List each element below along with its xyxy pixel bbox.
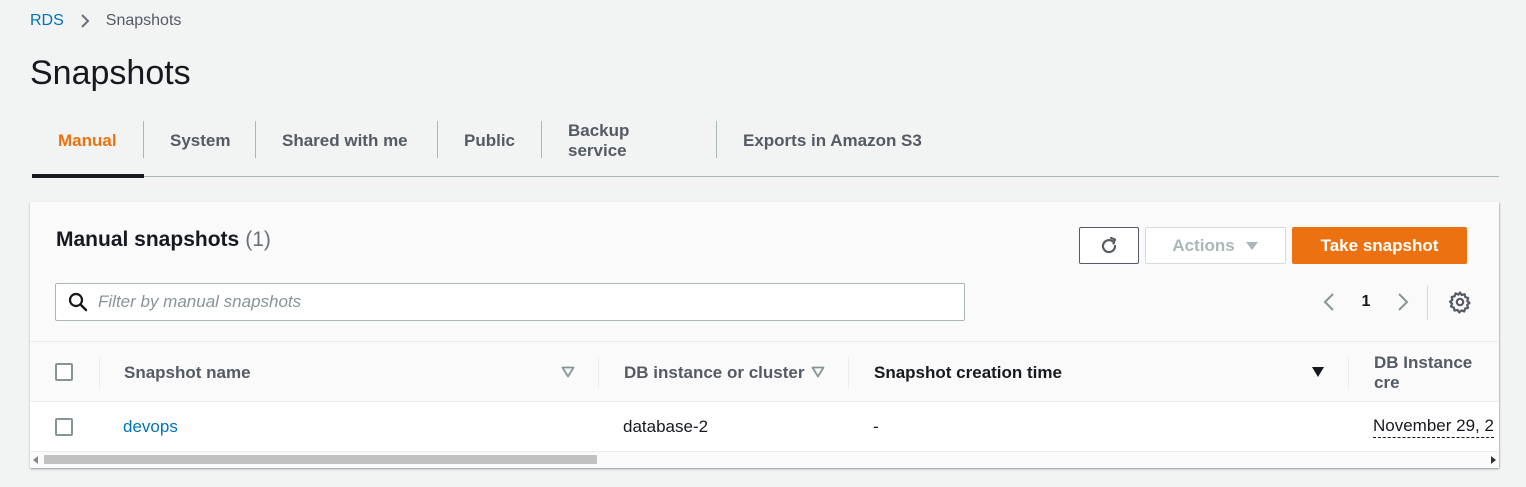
breadcrumb: RDS Snapshots bbox=[30, 10, 181, 32]
db-instance-created-text: November 29, 2 bbox=[1373, 416, 1494, 438]
actions-dropdown-button[interactable]: Actions bbox=[1145, 227, 1286, 264]
tab-label: System bbox=[170, 130, 231, 150]
column-divider bbox=[598, 357, 599, 388]
breadcrumb-current: Snapshots bbox=[105, 12, 182, 29]
next-page-button[interactable] bbox=[1392, 288, 1414, 316]
search-icon bbox=[68, 291, 90, 313]
column-header-db-instance[interactable]: DB instance or cluster bbox=[624, 342, 804, 403]
tab-bar: Manual System Shared with me Public Back… bbox=[32, 120, 1499, 178]
pagination: 1 bbox=[1318, 288, 1414, 316]
column-divider bbox=[99, 357, 100, 388]
tab-label: Backup service bbox=[568, 120, 630, 160]
column-divider bbox=[1348, 357, 1349, 388]
actions-label: Actions bbox=[1172, 235, 1235, 255]
chevron-right-icon bbox=[1398, 293, 1409, 311]
db-instance-cell: database-2 bbox=[623, 417, 709, 436]
sort-icon[interactable] bbox=[811, 366, 825, 378]
manual-snapshots-panel: Manual snapshots (1) Actions Take snapsho… bbox=[30, 202, 1499, 468]
tab-exports-in-amazon-s3[interactable]: Exports in Amazon S3 bbox=[717, 120, 948, 177]
gear-icon[interactable] bbox=[1448, 290, 1472, 314]
creation-time-cell: - bbox=[873, 417, 879, 436]
divider bbox=[1427, 286, 1428, 320]
column-header-snapshot-creation-time[interactable]: Snapshot creation time bbox=[874, 342, 1062, 403]
refresh-button[interactable] bbox=[1079, 227, 1139, 264]
search-field[interactable] bbox=[55, 283, 965, 321]
horizontal-scrollbar[interactable] bbox=[30, 452, 1499, 468]
chevron-left-icon bbox=[1323, 293, 1334, 311]
tab-manual[interactable]: Manual bbox=[32, 120, 144, 178]
sort-icon[interactable] bbox=[561, 366, 575, 378]
scrollbar-thumb[interactable] bbox=[44, 455, 597, 464]
select-all-checkbox[interactable] bbox=[55, 363, 73, 381]
previous-page-button[interactable] bbox=[1318, 288, 1340, 316]
column-divider bbox=[848, 357, 849, 388]
tab-system[interactable]: System bbox=[144, 120, 256, 177]
tab-public[interactable]: Public bbox=[438, 120, 542, 177]
row-checkbox[interactable] bbox=[55, 418, 73, 436]
tab-label: Public bbox=[464, 130, 516, 150]
chevron-right-icon bbox=[80, 13, 90, 29]
caret-down-icon bbox=[1245, 241, 1258, 250]
column-header-db-instance-created[interactable]: DB Instance cre bbox=[1374, 342, 1499, 403]
current-page-number[interactable]: 1 bbox=[1340, 293, 1392, 311]
tab-label: Exports in Amazon S3 bbox=[743, 130, 922, 150]
refresh-icon bbox=[1101, 236, 1117, 253]
panel-count: (1) bbox=[245, 228, 271, 251]
take-snapshot-button[interactable]: Take snapshot bbox=[1292, 227, 1467, 264]
tab-shared-with-me[interactable]: Shared with me bbox=[256, 120, 438, 177]
tab-label: Manual bbox=[58, 130, 117, 150]
scroll-left-arrow-icon[interactable] bbox=[33, 456, 39, 464]
page-title: Snapshots bbox=[30, 54, 191, 92]
table-row[interactable]: devops database-2 - November 29, 2 bbox=[30, 402, 1499, 452]
panel-title: Manual snapshots (1) bbox=[56, 228, 271, 252]
tab-label: Shared with me bbox=[282, 130, 408, 150]
table-header: Snapshot name DB instance or cluster Sna… bbox=[30, 341, 1499, 402]
db-instance-created-cell[interactable]: November 29, 2 bbox=[1373, 402, 1494, 452]
scroll-right-arrow-icon[interactable] bbox=[1490, 456, 1496, 464]
breadcrumb-link-rds[interactable]: RDS bbox=[30, 12, 64, 30]
panel-title-text: Manual snapshots bbox=[56, 228, 240, 251]
sort-descending-icon[interactable] bbox=[1311, 366, 1325, 378]
snapshot-name-link[interactable]: devops bbox=[123, 402, 178, 452]
search-input[interactable] bbox=[98, 284, 964, 320]
column-header-snapshot-name[interactable]: Snapshot name bbox=[124, 342, 251, 403]
tab-backup-service[interactable]: Backup service bbox=[542, 120, 717, 177]
